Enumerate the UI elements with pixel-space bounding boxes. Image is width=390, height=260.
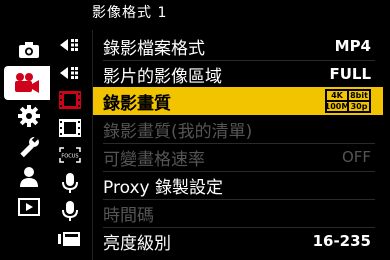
menu-item-label: 影片的影像區域	[103, 66, 222, 87]
sub-item-6[interactable]	[52, 170, 88, 196]
gear-icon	[18, 105, 40, 127]
microphone-icon	[62, 173, 78, 193]
wrench-icon	[20, 136, 39, 158]
video-camera-icon	[15, 73, 39, 93]
badge-resolution: 4K	[326, 90, 348, 101]
rec-quality-badge: 4K 8bit 100M 30p	[325, 89, 371, 113]
camera-icon	[19, 42, 39, 58]
arrow-left-icon	[60, 67, 78, 79]
badge-bit-depth: 8bit	[348, 90, 370, 101]
person-icon	[20, 167, 38, 187]
sub-item-3[interactable]	[52, 87, 88, 113]
category-my-menu[interactable]	[10, 163, 48, 191]
category-custom[interactable]	[10, 102, 48, 130]
menu-item-value: MP4	[334, 37, 371, 55]
page-title: 影像格式 1	[92, 5, 168, 21]
tripod-camera-icon	[58, 232, 80, 246]
category-setup[interactable]	[10, 133, 48, 161]
menu-item-rec-quality[interactable]: 錄影畫質 4K 8bit 100M 30p	[93, 87, 383, 115]
menu-item-proxy-settings[interactable]: Proxy 錄製設定	[93, 171, 383, 199]
sub-item-2[interactable]	[52, 60, 88, 86]
category-video[interactable]	[4, 66, 50, 100]
menu-item-rec-file-format[interactable]: 錄影檔案格式 MP4	[93, 32, 383, 60]
menu-item-value: OFF	[341, 148, 371, 166]
badge-frame-rate: 30p	[348, 101, 370, 112]
subpage-column: FOCUS	[52, 30, 90, 260]
menu-item-label: 錄影檔案格式	[103, 38, 205, 59]
menu-item-label: Proxy 錄製設定	[103, 177, 223, 198]
category-photo[interactable]	[10, 36, 48, 64]
menu-item-image-area[interactable]: 影片的影像區域 FULL	[93, 60, 383, 88]
menu-item-value: 16-235	[312, 232, 371, 250]
film-icon	[59, 119, 81, 137]
focus-icon: FOCUS	[59, 147, 81, 163]
sub-item-4[interactable]	[52, 115, 88, 141]
playback-icon	[18, 198, 40, 216]
menu-item-label: 錄影畫質(我的清單)	[103, 121, 253, 142]
menu-item-label: 時間碼	[103, 205, 154, 226]
badge-bitrate: 100M	[324, 101, 350, 112]
film-icon	[59, 91, 81, 109]
category-column	[0, 30, 50, 260]
sub-item-1[interactable]	[52, 32, 88, 58]
sub-item-7[interactable]	[52, 198, 88, 224]
menu-item-time-code[interactable]: 時間碼	[93, 199, 383, 227]
menu-item-label: 亮度級別	[103, 233, 171, 254]
menu-screen: 影像格式 1 FOCUS 錄影檔案格式 MP4 影片的影像區域 FULL 錄影畫…	[0, 0, 390, 260]
menu-item-variable-frame-rate[interactable]: 可變畫格速率 OFF	[93, 143, 383, 171]
menu-item-value: FULL	[329, 65, 371, 83]
sub-item-8[interactable]	[52, 226, 88, 252]
sub-item-5[interactable]: FOCUS	[52, 142, 88, 168]
menu-item-luminance-level[interactable]: 亮度級別 16-235	[93, 227, 383, 255]
svg-text:FOCUS: FOCUS	[61, 154, 78, 160]
menu-item-label: 可變畫格速率	[103, 149, 205, 170]
microphone-icon	[62, 201, 78, 221]
menu-item-label: 錄影畫質	[103, 93, 171, 114]
arrow-left-icon	[60, 39, 78, 51]
menu-item-rec-quality-my-list[interactable]: 錄影畫質(我的清單)	[93, 115, 383, 143]
category-playback[interactable]	[10, 193, 48, 221]
